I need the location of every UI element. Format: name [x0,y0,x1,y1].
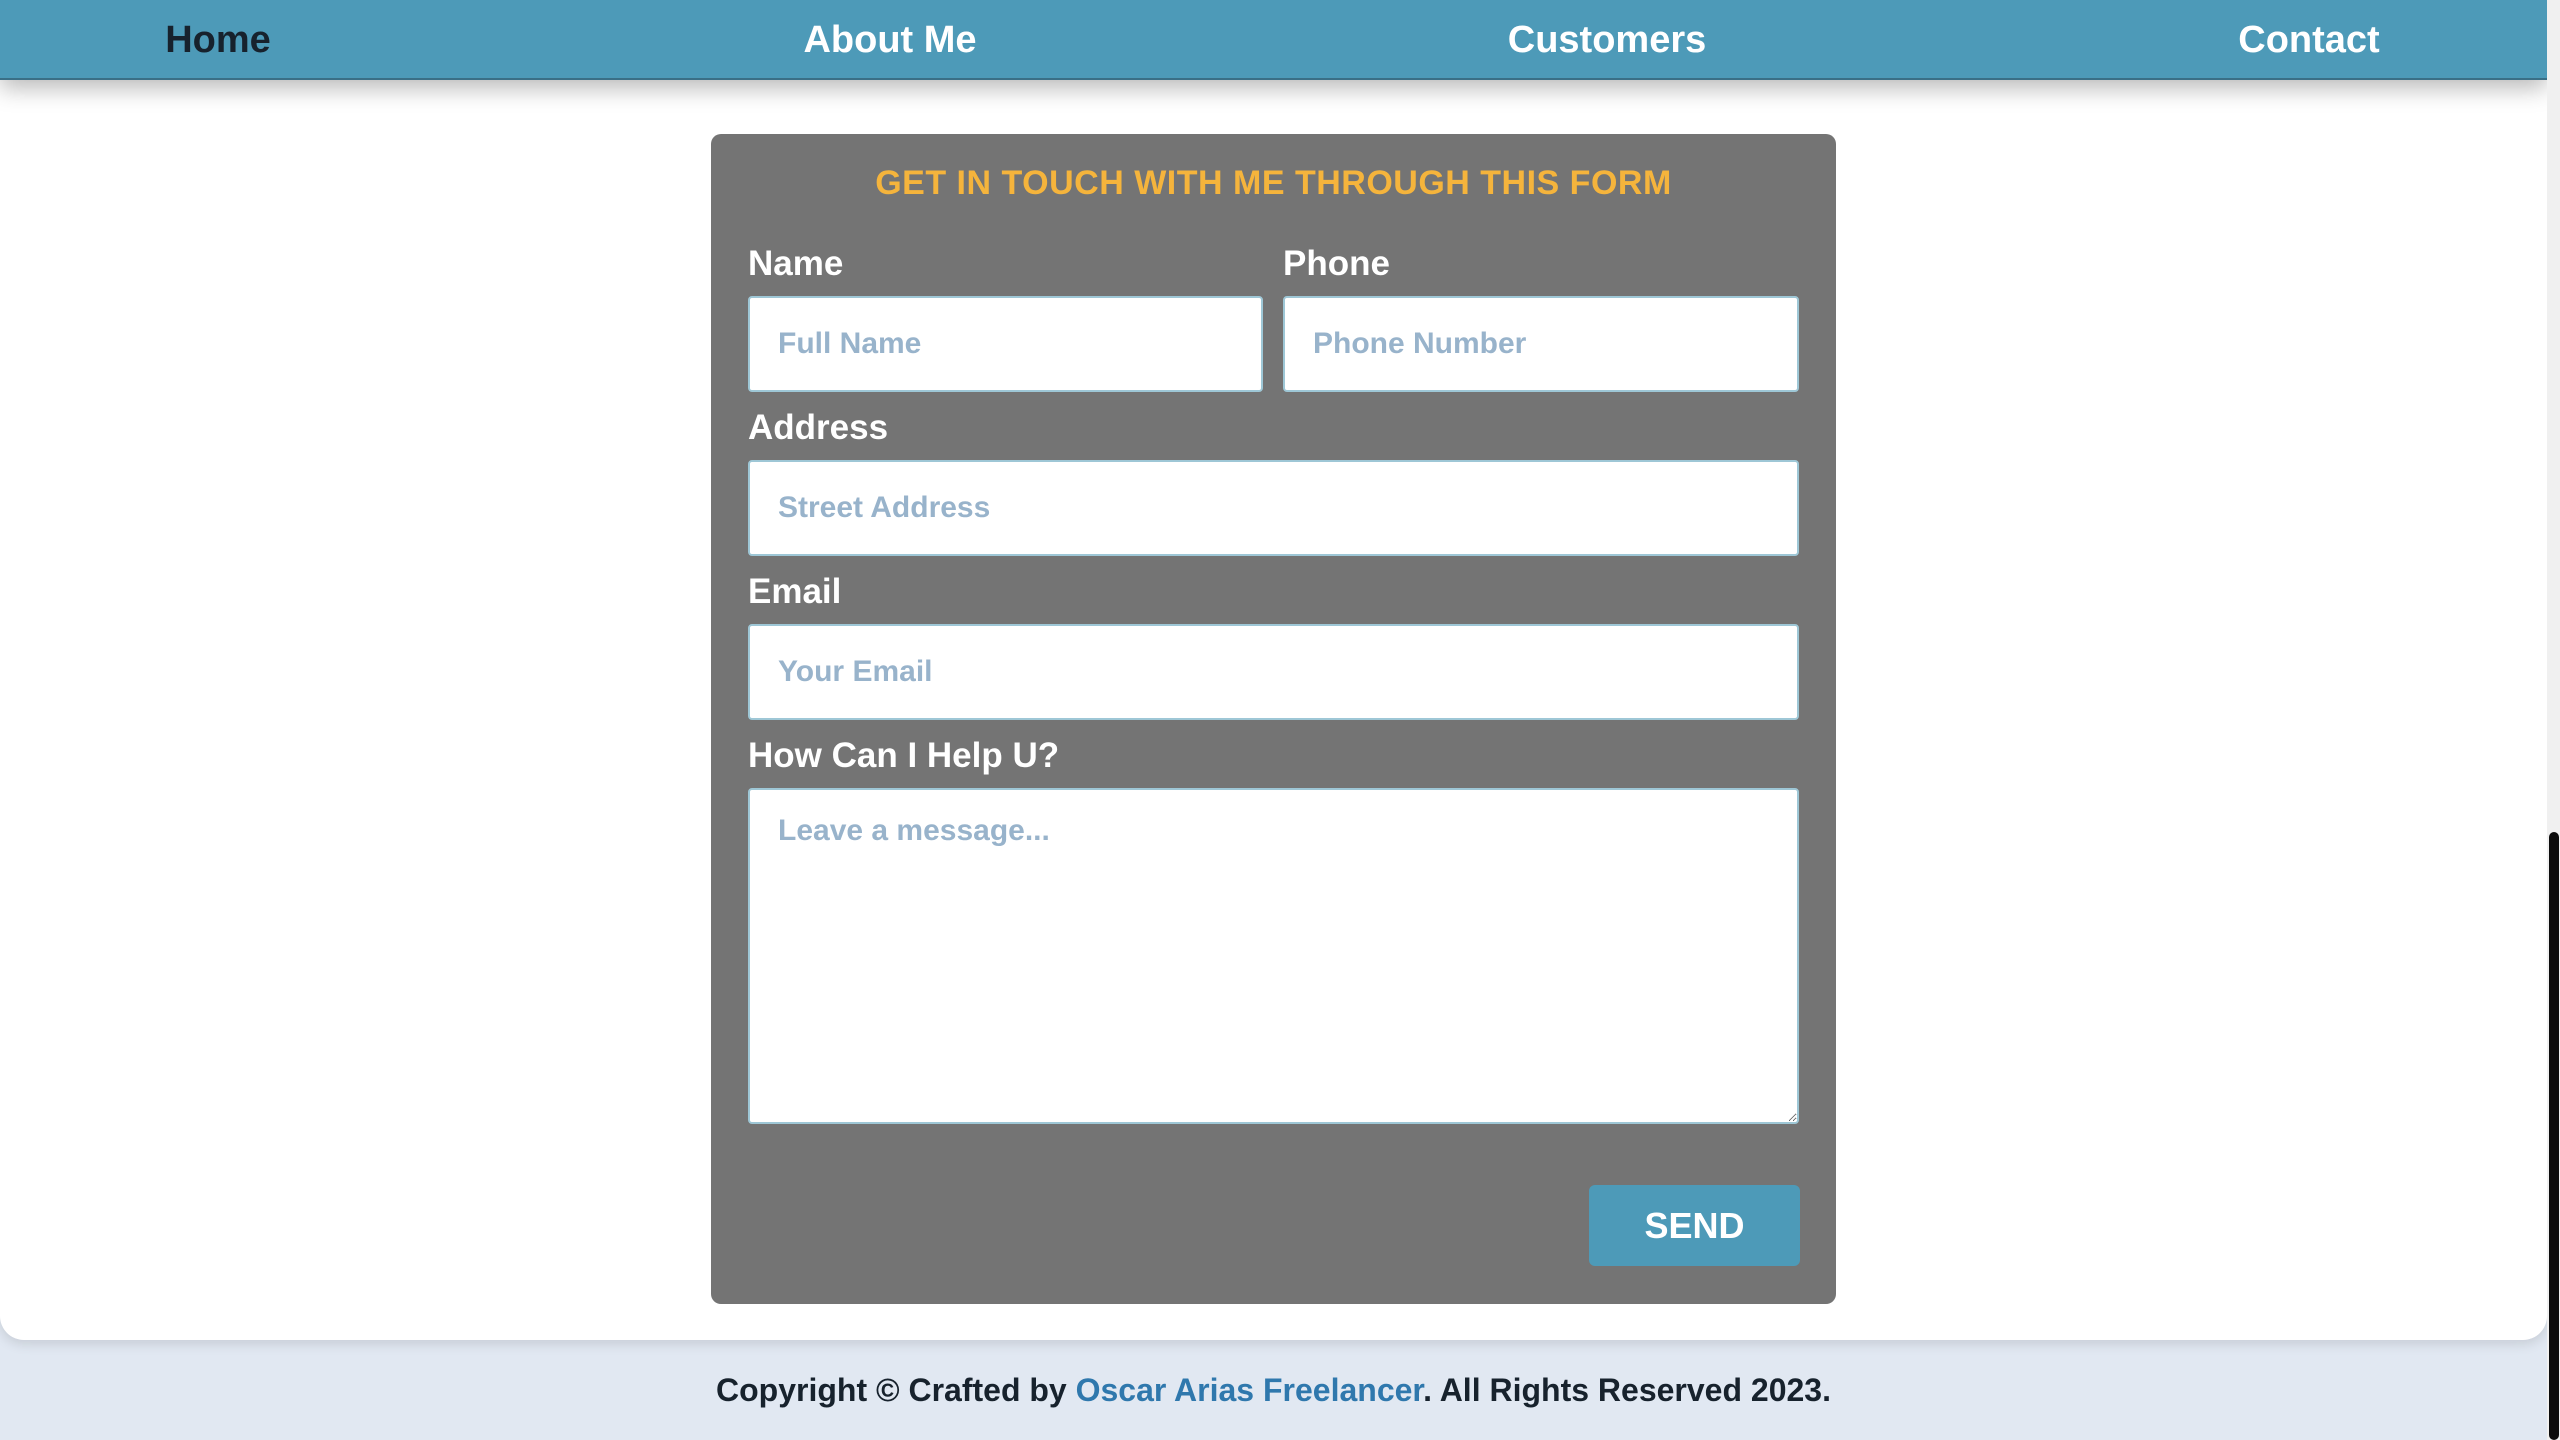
message-label: How Can I Help U? [748,736,1060,775]
footer-author-link[interactable]: Oscar Arias Freelancer [1076,1372,1423,1408]
phone-field[interactable] [1283,296,1799,392]
address-field[interactable] [748,460,1799,556]
message-textarea[interactable] [748,788,1799,1124]
email-label: Email [748,572,842,611]
name-field[interactable] [748,296,1263,392]
scrollbar-thumb[interactable] [2549,832,2559,1440]
name-label: Name [748,244,844,283]
nav-link-customers[interactable]: Customers [1508,0,1707,80]
contact-form: GET IN TOUCH WITH ME THROUGH THIS FORM N… [711,134,1836,1304]
email-field[interactable] [748,624,1799,720]
top-navbar: Home About Me Customers Contact [0,0,2547,80]
nav-link-about-me[interactable]: About Me [803,0,976,80]
nav-link-home[interactable]: Home [165,0,271,80]
footer-copyright-suffix: . All Rights Reserved 2023. [1423,1372,1831,1408]
nav-link-contact[interactable]: Contact [2238,0,2379,80]
form-title: GET IN TOUCH WITH ME THROUGH THIS FORM [875,164,1672,202]
phone-label: Phone [1283,244,1390,283]
footer-copyright-prefix: Copyright © Crafted by [716,1372,1076,1408]
address-label: Address [748,408,889,447]
footer: Copyright © Crafted by Oscar Arias Freel… [0,1340,2547,1440]
page-scrollbar[interactable] [2547,0,2560,1440]
send-button[interactable]: SEND [1589,1185,1800,1266]
